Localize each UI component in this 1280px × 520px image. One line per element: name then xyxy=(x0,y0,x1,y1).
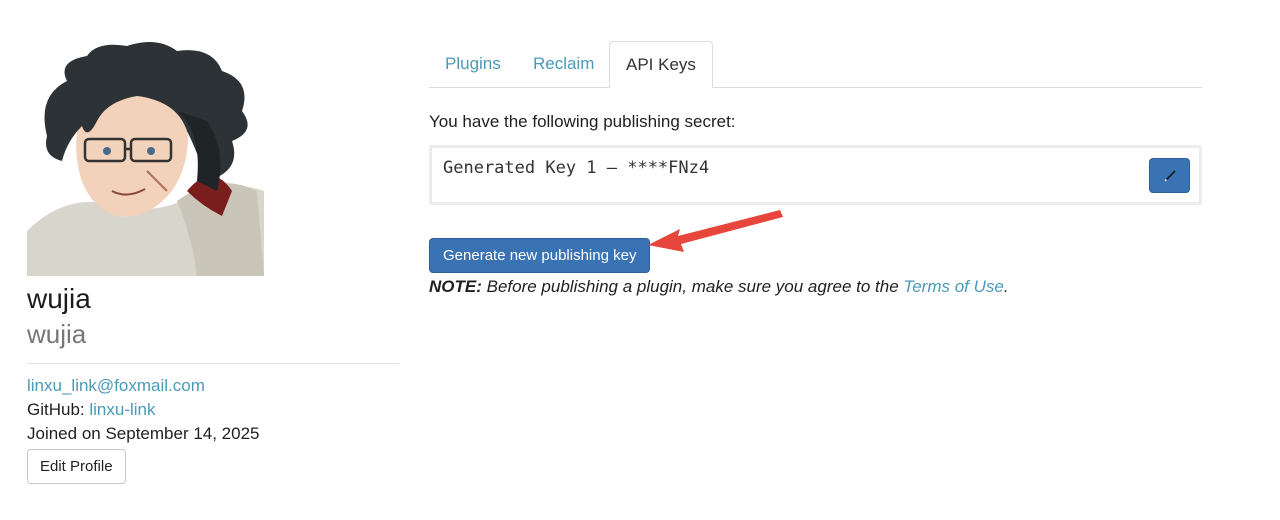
avatar xyxy=(27,41,264,276)
secret-label: You have the following publishing secret… xyxy=(429,112,736,131)
publishing-note: NOTE: Before publishing a plugin, make s… xyxy=(429,275,1202,299)
github-link[interactable]: linxu-link xyxy=(89,400,155,419)
edit-profile-button[interactable]: Edit Profile xyxy=(27,449,126,484)
profile-username: wujia xyxy=(27,319,87,349)
profile-display-name: wujia xyxy=(27,283,91,314)
github-label: GitHub: xyxy=(27,400,85,419)
annotation-arrow xyxy=(648,210,783,252)
key-text: Generated Key 1 — ****FNz4 xyxy=(443,158,710,178)
tab-plugins[interactable]: Plugins xyxy=(429,41,517,87)
tab-bar: Plugins Reclaim API Keys xyxy=(429,41,1202,88)
profile-divider xyxy=(27,363,399,364)
tab-api-keys[interactable]: API Keys xyxy=(609,41,713,88)
generate-key-button[interactable]: Generate new publishing key xyxy=(429,238,651,273)
note-suffix: . xyxy=(1003,277,1009,296)
edit-key-button[interactable] xyxy=(1149,158,1190,193)
note-text: Before publishing a plugin, make sure yo… xyxy=(481,277,904,296)
profile-joined: Joined on September 14, 2025 xyxy=(27,424,260,443)
tab-reclaim[interactable]: Reclaim xyxy=(517,41,610,87)
profile-github-line: GitHub: linxu-link xyxy=(27,398,399,422)
terms-of-use-link[interactable]: Terms of Use xyxy=(903,277,1003,296)
key-box: Generated Key 1 — ****FNz4 xyxy=(429,145,1202,205)
page: wujia wujia linxu_link@foxmail.com GitHu… xyxy=(0,0,1280,520)
pencil-icon xyxy=(1163,169,1176,182)
profile-sidebar: wujia wujia linxu_link@foxmail.com GitHu… xyxy=(27,41,399,484)
main-content: Plugins Reclaim API Keys You have the fo… xyxy=(429,41,1202,299)
note-prefix: NOTE: xyxy=(429,277,482,296)
profile-email-line: linxu_link@foxmail.com xyxy=(27,374,399,398)
email-link[interactable]: linxu_link@foxmail.com xyxy=(27,376,205,395)
